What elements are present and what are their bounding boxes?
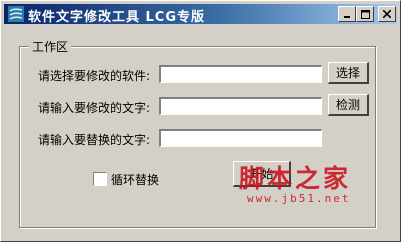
search-text-label: 请输入要修改的文字: [38, 101, 151, 115]
app-icon [8, 6, 24, 22]
replace-text-label: 请输入要替换的文字: [38, 133, 151, 147]
select-button[interactable]: 选择 [328, 62, 369, 84]
replace-text-input[interactable] [159, 129, 322, 147]
maximize-icon [360, 9, 370, 19]
maximize-button[interactable] [356, 6, 374, 22]
app-window: 软件文字修改工具 LCG专版 工作区 请选择要修改的软件: 选择 请输入要修改的… [0, 0, 401, 242]
software-label: 请选择要修改的软件: [38, 69, 151, 83]
workspace-group-title: 工作区 [29, 38, 72, 55]
detect-button[interactable]: 检测 [328, 94, 369, 116]
minimize-icon [344, 16, 350, 18]
close-button[interactable] [378, 6, 396, 22]
software-input[interactable] [159, 65, 322, 83]
minimize-button[interactable] [338, 6, 356, 22]
start-button[interactable]: 开始 [233, 161, 291, 187]
title-bar[interactable]: 软件文字修改工具 LCG专版 [4, 4, 397, 25]
loop-replace-label[interactable]: 循环替换 [111, 171, 159, 188]
loop-replace-checkbox[interactable] [93, 172, 107, 186]
search-text-input[interactable] [159, 97, 322, 115]
window-title: 软件文字修改工具 LCG专版 [28, 10, 206, 25]
close-icon [383, 10, 391, 18]
